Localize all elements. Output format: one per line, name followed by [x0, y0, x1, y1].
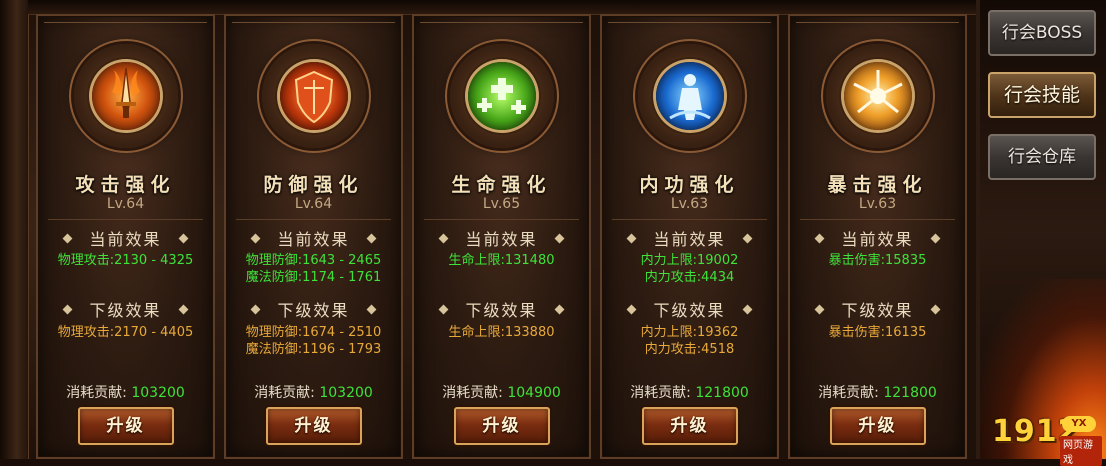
cost-label: 消耗贡献: [66, 385, 127, 401]
blue-meditation-icon [655, 62, 724, 130]
next-effect-line: 物理防御:1674 - 2510 [245, 325, 382, 340]
upgrade-button[interactable]: 升级 [265, 407, 362, 445]
current-effect-line: 内力攻击:4434 [644, 270, 735, 285]
next-effect-title: 下级效果 [226, 297, 401, 321]
contribution-cost: 消耗贡献: 103200 [226, 382, 401, 402]
current-effect-line: 暴击伤害:15835 [828, 253, 927, 268]
current-effect-title: 当前效果 [38, 226, 213, 250]
next-effect-title: 下级效果 [414, 297, 589, 321]
divider [424, 219, 579, 220]
skill-emblem [637, 44, 742, 148]
skill-name: 防御强化 [263, 174, 364, 196]
critical-burst-icon [843, 62, 912, 130]
skill-level: Lv.64 [294, 196, 333, 212]
fire-shield-icon [279, 62, 348, 130]
skill-name: 内功强化 [639, 174, 740, 196]
contribution-cost: 消耗贡献: 104900 [414, 382, 589, 402]
divider [612, 219, 767, 220]
current-effect-title: 当前效果 [414, 226, 589, 250]
current-effect-line: 物理攻击:2130 - 4325 [57, 253, 194, 268]
tab-guild-boss[interactable]: 行会BOSS [988, 10, 1096, 56]
next-effect-line: 内力上限:19362 [640, 325, 739, 340]
divider [48, 219, 203, 220]
site-logo: 1912 YX 网页游戏 [992, 412, 1102, 466]
skill-emblem [449, 44, 554, 148]
current-effect-title: 当前效果 [790, 226, 965, 250]
upgrade-button[interactable]: 升级 [641, 407, 738, 445]
cost-label: 消耗贡献: [818, 385, 879, 401]
cost-value: 103200 [131, 385, 185, 401]
next-effect-title: 下级效果 [790, 297, 965, 321]
skill-card-life: 生命强化 Lv.65 当前效果 生命上限:131480 下级效果 生命上限:13… [412, 14, 591, 459]
current-effect-title: 当前效果 [602, 226, 777, 250]
current-effect-line: 魔法防御:1174 - 1761 [245, 270, 382, 285]
logo-subtitle: 网页游戏 [1060, 436, 1102, 466]
divider [236, 219, 391, 220]
upgrade-button[interactable]: 升级 [829, 407, 926, 445]
skill-level: Lv.65 [482, 196, 521, 212]
next-effect-line: 生命上限:133880 [448, 325, 555, 340]
contribution-cost: 消耗贡献: 103200 [38, 382, 213, 402]
current-effect-line: 内力上限:19002 [640, 253, 739, 268]
contribution-cost: 消耗贡献: 121800 [790, 382, 965, 402]
skill-emblem [261, 44, 366, 148]
skill-panel-frame: 攻击强化 Lv.64 当前效果 物理攻击:2130 - 4325 下级效果 物理… [0, 0, 980, 459]
next-effect-line: 内力攻击:4518 [644, 342, 735, 357]
cost-value: 121800 [883, 385, 937, 401]
next-effect-line: 魔法防御:1196 - 1793 [245, 342, 382, 357]
logo-badge: YX [1062, 416, 1096, 432]
skill-emblem [825, 44, 930, 148]
next-effect-line: 物理攻击:2170 - 4405 [57, 325, 194, 340]
divider [800, 219, 955, 220]
next-effect-title: 下级效果 [38, 297, 213, 321]
skill-level: Lv.63 [670, 196, 709, 212]
tab-guild-skill[interactable]: 行会技能 [988, 72, 1096, 118]
cost-label: 消耗贡献: [630, 385, 691, 401]
cost-value: 103200 [319, 385, 373, 401]
skill-card-defense: 防御强化 Lv.64 当前效果 物理防御:1643 - 2465 魔法防御:11… [224, 14, 403, 459]
skill-name: 生命强化 [451, 174, 552, 196]
skill-cards: 攻击强化 Lv.64 当前效果 物理攻击:2130 - 4325 下级效果 物理… [36, 14, 972, 459]
green-cross-heal-icon [467, 62, 536, 130]
skill-card-critical: 暴击强化 Lv.63 当前效果 暴击伤害:15835 下级效果 暴击伤害:161… [788, 14, 967, 459]
next-effect-title: 下级效果 [602, 297, 777, 321]
cost-value: 121800 [695, 385, 749, 401]
upgrade-button[interactable]: 升级 [77, 407, 174, 445]
skill-name: 攻击强化 [75, 174, 176, 196]
guild-side-tabs: 行会BOSS 行会技能 行会仓库 [980, 0, 1106, 459]
skill-card-attack: 攻击强化 Lv.64 当前效果 物理攻击:2130 - 4325 下级效果 物理… [36, 14, 215, 459]
skill-emblem [73, 44, 178, 148]
next-effect-line: 暴击伤害:16135 [828, 325, 927, 340]
contribution-cost: 消耗贡献: 121800 [602, 382, 777, 402]
cost-label: 消耗贡献: [442, 385, 503, 401]
current-effect-line: 生命上限:131480 [448, 253, 555, 268]
skill-name: 暴击强化 [827, 174, 928, 196]
skill-level: Lv.63 [858, 196, 897, 212]
skill-card-inner-power: 内功强化 Lv.63 当前效果 内力上限:19002 内力攻击:4434 下级效… [600, 14, 779, 459]
frame-top-border [28, 0, 976, 15]
current-effect-line: 物理防御:1643 - 2465 [245, 253, 382, 268]
frame-left-border [0, 0, 29, 459]
tab-guild-warehouse[interactable]: 行会仓库 [988, 134, 1096, 180]
flaming-sword-icon [91, 62, 160, 130]
upgrade-button[interactable]: 升级 [453, 407, 550, 445]
skill-level: Lv.64 [106, 196, 145, 212]
current-effect-title: 当前效果 [226, 226, 401, 250]
cost-label: 消耗贡献: [254, 385, 315, 401]
cost-value: 104900 [507, 385, 561, 401]
